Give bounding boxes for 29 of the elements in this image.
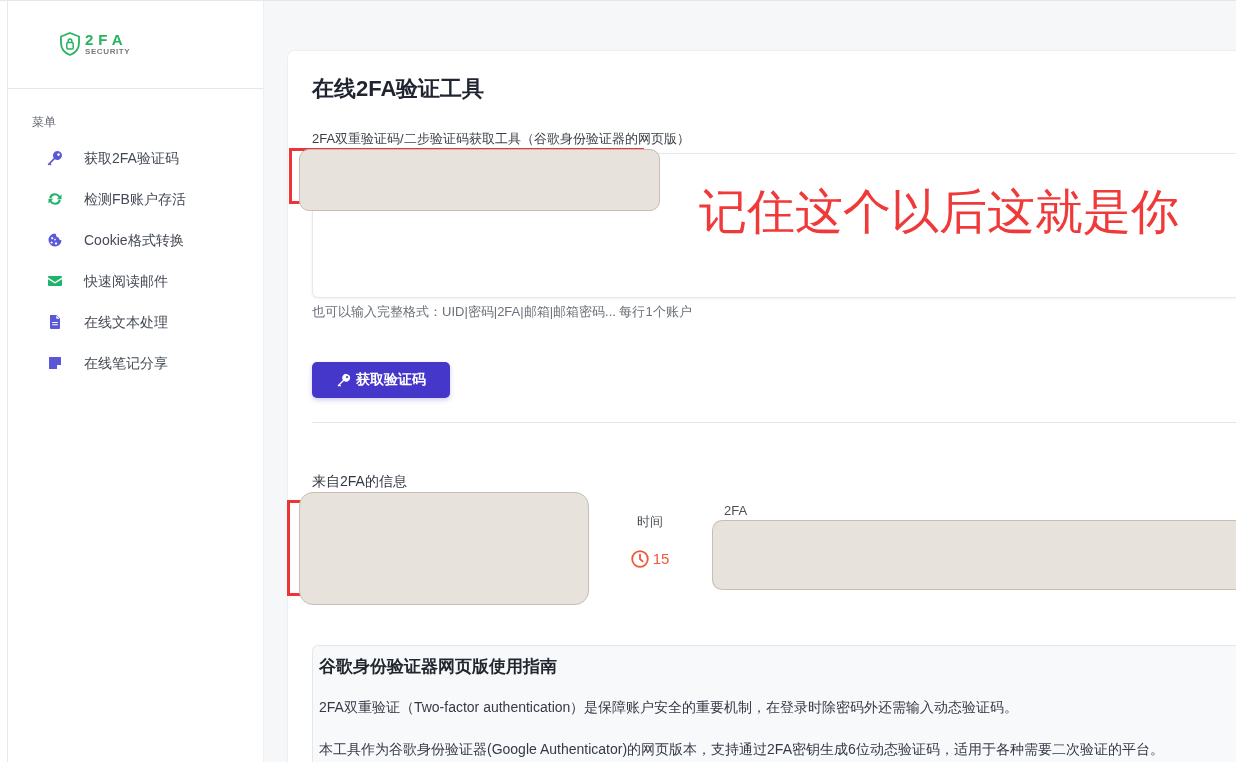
refresh-icon (47, 190, 63, 207)
key-icon (336, 373, 351, 387)
get-code-button[interactable]: 获取验证码 (312, 362, 450, 398)
guide-paragraph: 2FA双重验证（Two-factor authentication）是保障账户安全的重要机制，在登录时除密码外还需输入动态验证码。 (319, 698, 1020, 717)
logo-subtitle: SECURITY (85, 47, 131, 56)
document-icon (47, 313, 63, 330)
cookie-icon (47, 231, 63, 248)
nav-item[interactable]: 在线笔记分享 (47, 353, 168, 372)
key-icon (47, 149, 63, 166)
annotation-text: 记住这个以后这就是你 (699, 184, 1179, 240)
countdown-text: 15 (652, 550, 670, 568)
nav-item[interactable]: 获取2FA验证码 (47, 148, 179, 167)
guide-paragraph: 本工具作为谷歌身份验证器(Google Authenticator)的网页版本，支持通过2FA密钥生成6位动态验证码，适用于各种需要二次验证的平台。 (319, 740, 1165, 759)
page-title: 在线2FA验证工具 (312, 75, 486, 103)
shield-lock-icon (60, 32, 80, 56)
note-icon (47, 354, 63, 371)
menu-heading: 菜单 (31, 114, 57, 130)
hint-text: 也可以输入完整格式：UID|密码|2FA|邮箱|邮箱密码... 每行1个账户 (312, 304, 693, 320)
field-label: 2FA双重验证码/二步验证码获取工具（谷歌身份验证器的网页版） (312, 130, 691, 148)
time-label: 时间 (637, 514, 663, 530)
code-label: 2FA (724, 503, 749, 519)
clock-icon (630, 550, 649, 568)
nav-item[interactable]: 在线文本处理 (47, 312, 168, 331)
nav-item[interactable]: 检测FB账户存活 (47, 189, 186, 208)
nav-item[interactable]: Cookie格式转换 (47, 230, 184, 249)
logo-title: 2FA (85, 32, 129, 47)
nav-item[interactable]: 快速阅读邮件 (47, 271, 168, 290)
guide-title: 谷歌身份验证器网页版使用指南 (319, 656, 558, 678)
result-heading: 来自2FA的信息 (312, 473, 408, 489)
